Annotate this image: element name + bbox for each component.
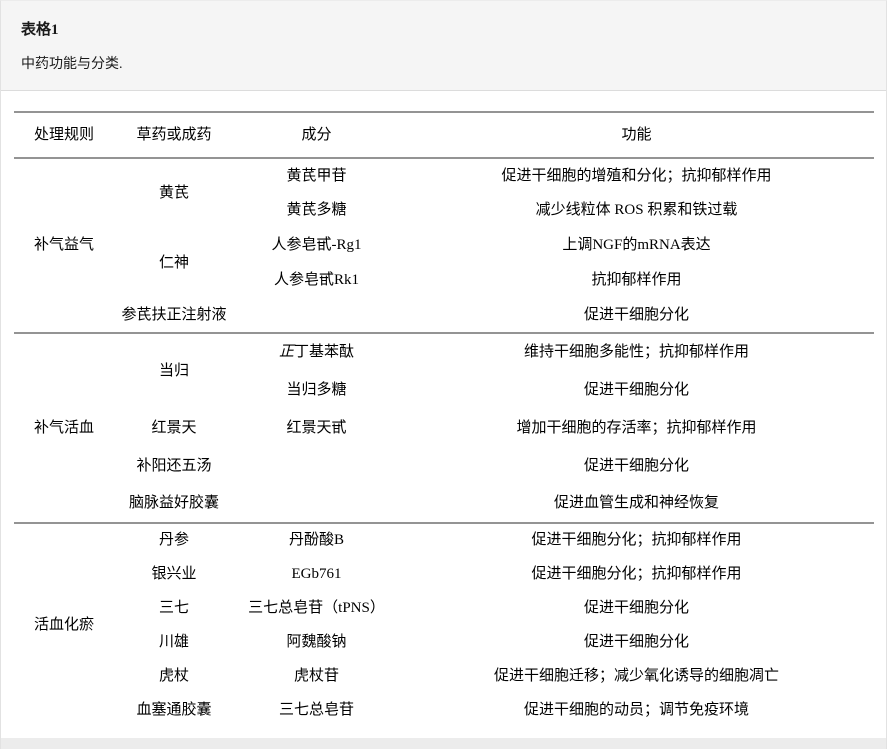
table-wrap: 处理规则 草药或成药 成分 功能 补气益气 黄芪 黄芪甲苷 促进干细胞的增殖和分… — [1, 91, 886, 727]
cell-component: 三七总皂苷（tPNS） — [234, 591, 399, 625]
cell-component: 当归多糖 — [234, 371, 399, 409]
col-header-function: 功能 — [399, 112, 874, 158]
table-label: 表格1 — [21, 18, 866, 39]
table-row: 红景天 红景天甙 增加干细胞的存活率；抗抑郁样作用 — [14, 409, 874, 447]
cell-treatment-rule: 补气活血 — [14, 333, 114, 523]
cell-herb: 仁神 — [114, 228, 234, 298]
cell-herb: 血塞通胶囊 — [114, 693, 234, 727]
cell-herb: 当归 — [114, 333, 234, 409]
cell-function: 减少线粒体 ROS 积累和铁过载 — [399, 193, 874, 228]
cell-function: 上调NGF的mRNA表达 — [399, 228, 874, 263]
table-row: 虎杖 虎杖苷 促进干细胞迁移；减少氧化诱导的细胞凋亡 — [14, 659, 874, 693]
cell-component: 人参皂甙-Rg1 — [234, 228, 399, 263]
cell-component — [234, 298, 399, 333]
cell-component: 人参皂甙Rk1 — [234, 263, 399, 298]
bottom-strip — [1, 738, 886, 749]
cell-component: 黄芪多糖 — [234, 193, 399, 228]
col-header-treatment-rule: 处理规则 — [14, 112, 114, 158]
cell-component — [234, 447, 399, 485]
cell-component: EGb761 — [234, 557, 399, 591]
cell-component: 阿魏酸钠 — [234, 625, 399, 659]
cell-function: 促进干细胞迁移；减少氧化诱导的细胞凋亡 — [399, 659, 874, 693]
table-row: 血塞通胶囊 三七总皂苷 促进干细胞的动员；调节免疫环境 — [14, 693, 874, 727]
cell-function: 维持干细胞多能性；抗抑郁样作用 — [399, 333, 874, 371]
table-row: 脑脉益好胶囊 促进血管生成和神经恢复 — [14, 485, 874, 523]
section-buqi-yiqi: 补气益气 黄芪 黄芪甲苷 促进干细胞的增殖和分化；抗抑郁样作用 黄芪多糖 减少线… — [14, 158, 874, 333]
cell-function: 促进血管生成和神经恢复 — [399, 485, 874, 523]
cell-component: 三七总皂苷 — [234, 693, 399, 727]
cell-component: 红景天甙 — [234, 409, 399, 447]
cell-function: 促进干细胞分化 — [399, 298, 874, 333]
cell-function: 促进干细胞分化 — [399, 447, 874, 485]
cell-herb: 黄芪 — [114, 158, 234, 228]
table-row: 补气活血 当归 正丁基苯酞 维持干细胞多能性；抗抑郁样作用 — [14, 333, 874, 371]
component-text: 丁基苯酞 — [294, 344, 354, 360]
cell-function: 促进干细胞分化；抗抑郁样作用 — [399, 523, 874, 557]
cell-herb: 三七 — [114, 591, 234, 625]
cell-herb: 脑脉益好胶囊 — [114, 485, 234, 523]
cell-function: 增加干细胞的存活率；抗抑郁样作用 — [399, 409, 874, 447]
cell-herb: 参芪扶正注射液 — [114, 298, 234, 333]
cell-function: 促进干细胞的增殖和分化；抗抑郁样作用 — [399, 158, 874, 193]
table-row: 活血化瘀 丹参 丹酚酸B 促进干细胞分化；抗抑郁样作用 — [14, 523, 874, 557]
cell-function: 促进干细胞分化；抗抑郁样作用 — [399, 557, 874, 591]
col-header-herb: 草药或成药 — [114, 112, 234, 158]
cell-component: 黄芪甲苷 — [234, 158, 399, 193]
cell-component: 丹酚酸B — [234, 523, 399, 557]
table-header-row: 处理规则 草药或成药 成分 功能 — [14, 112, 874, 158]
table-row: 补气益气 黄芪 黄芪甲苷 促进干细胞的增殖和分化；抗抑郁样作用 — [14, 158, 874, 193]
table-row: 补阳还五汤 促进干细胞分化 — [14, 447, 874, 485]
cell-function: 促进干细胞分化 — [399, 591, 874, 625]
table-row: 参芪扶正注射液 促进干细胞分化 — [14, 298, 874, 333]
cell-treatment-rule: 补气益气 — [14, 158, 114, 333]
table-caption: 中药功能与分类. — [21, 53, 866, 73]
cell-function: 抗抑郁样作用 — [399, 263, 874, 298]
component-italic-prefix: 正 — [279, 344, 294, 360]
cell-function: 促进干细胞分化 — [399, 371, 874, 409]
table-row: 银兴业 EGb761 促进干细胞分化；抗抑郁样作用 — [14, 557, 874, 591]
cell-component: 正丁基苯酞 — [234, 333, 399, 371]
section-buqi-huoxue: 补气活血 当归 正丁基苯酞 维持干细胞多能性；抗抑郁样作用 当归多糖 促进干细胞… — [14, 333, 874, 523]
paper-table-page: 表格1 中药功能与分类. 处理规则 草药或成药 成分 功能 补气益气 黄芪 黄芪… — [0, 0, 887, 749]
tcm-functions-table: 处理规则 草药或成药 成分 功能 补气益气 黄芪 黄芪甲苷 促进干细胞的增殖和分… — [14, 111, 874, 727]
cell-herb: 红景天 — [114, 409, 234, 447]
cell-function: 促进干细胞分化 — [399, 625, 874, 659]
cell-treatment-rule: 活血化瘀 — [14, 523, 114, 727]
cell-herb: 丹参 — [114, 523, 234, 557]
table-row: 川雄 阿魏酸钠 促进干细胞分化 — [14, 625, 874, 659]
cell-herb: 银兴业 — [114, 557, 234, 591]
cell-component — [234, 485, 399, 523]
col-header-component: 成分 — [234, 112, 399, 158]
table-row: 三七 三七总皂苷（tPNS） 促进干细胞分化 — [14, 591, 874, 625]
cell-component: 虎杖苷 — [234, 659, 399, 693]
cell-herb: 虎杖 — [114, 659, 234, 693]
table-caption-block: 表格1 中药功能与分类. — [1, 1, 886, 91]
section-huoxue-huayu: 活血化瘀 丹参 丹酚酸B 促进干细胞分化；抗抑郁样作用 银兴业 EGb761 促… — [14, 523, 874, 727]
cell-herb: 补阳还五汤 — [114, 447, 234, 485]
cell-herb: 川雄 — [114, 625, 234, 659]
cell-function: 促进干细胞的动员；调节免疫环境 — [399, 693, 874, 727]
table-row: 仁神 人参皂甙-Rg1 上调NGF的mRNA表达 — [14, 228, 874, 263]
